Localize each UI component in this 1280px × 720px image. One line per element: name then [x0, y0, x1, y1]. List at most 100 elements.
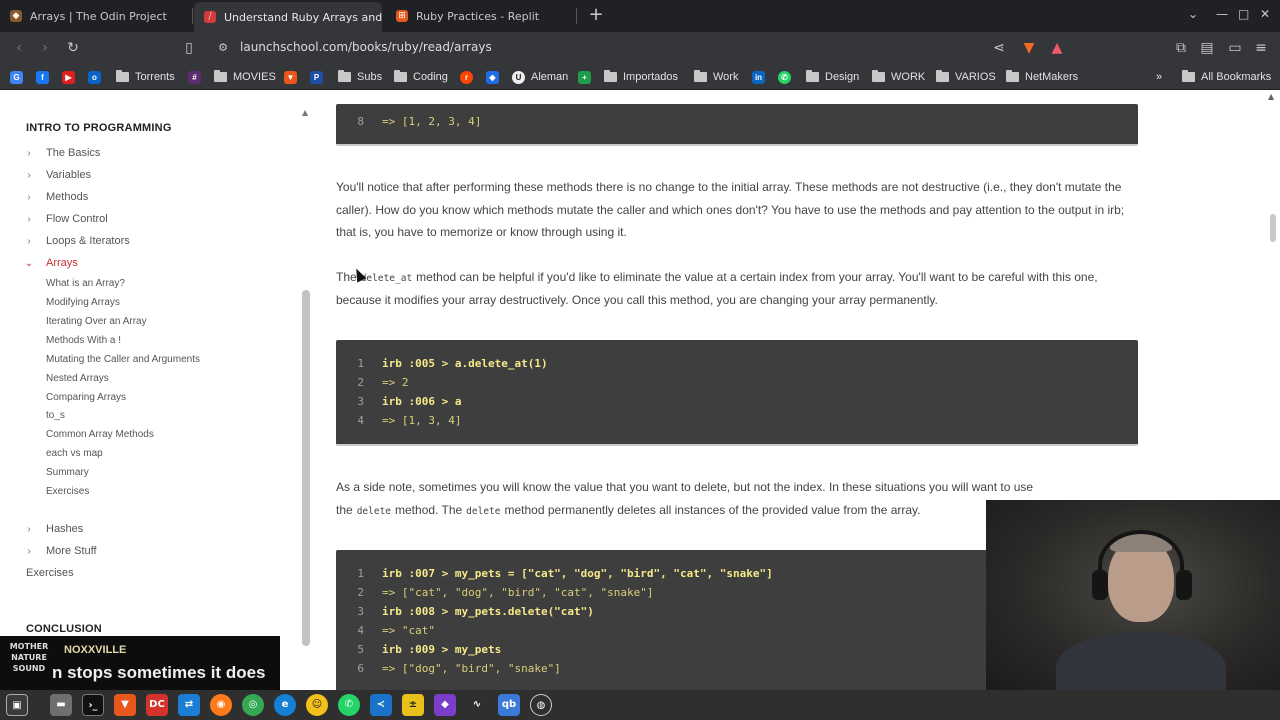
tab-replit[interactable]: ⊞ Ruby Practices - Replit: [386, 0, 576, 32]
system-monitor-icon[interactable]: ∿: [466, 694, 488, 716]
reload-icon[interactable]: ↻: [64, 39, 82, 57]
file-manager-icon[interactable]: ▬: [50, 694, 72, 716]
bookmark-google[interactable]: G: [10, 68, 23, 86]
bookmark-youtube[interactable]: ▶: [62, 68, 75, 86]
sidebar-item-the-basics[interactable]: › The Basics: [22, 147, 100, 159]
brave-rewards-icon[interactable]: ▲: [1048, 39, 1066, 57]
sidebar-subitem-summary[interactable]: Summary: [46, 467, 89, 478]
tab-odin-project[interactable]: ◆ Arrays | The Odin Project: [0, 0, 190, 32]
terminal-icon[interactable]: ›_: [82, 694, 104, 716]
folder-icon: [214, 70, 227, 82]
brave-icon: ▼: [284, 70, 297, 84]
tab-bar: ◆ Arrays | The Odin Project ⧸ Understand…: [0, 0, 1280, 32]
bookmark-dropbox[interactable]: ◆: [486, 68, 499, 86]
brave-browser-icon[interactable]: ▼: [114, 694, 136, 716]
bookmark-outlook[interactable]: o: [88, 68, 101, 86]
bookmark-reddit[interactable]: r: [460, 68, 473, 86]
sidebar-subitem-iterating[interactable]: Iterating Over an Array: [46, 316, 147, 327]
bookmark-paypal[interactable]: P: [310, 68, 323, 86]
sidebar-subitem-comparing-arrays[interactable]: Comparing Arrays: [46, 392, 126, 403]
bookmark-folder-varios[interactable]: VARIOS: [936, 68, 996, 86]
bookmark-facebook[interactable]: f: [36, 68, 49, 86]
bookmark-slack[interactable]: #: [188, 68, 201, 86]
bookmark-folder-work-upper[interactable]: WORK: [872, 68, 925, 86]
sidebar-subitem-each-vs-map[interactable]: each vs map: [46, 448, 103, 459]
chrome-icon[interactable]: ◎: [242, 694, 264, 716]
more-bookmarks-button[interactable]: »: [1156, 68, 1162, 86]
emoji-app-icon[interactable]: ☺: [306, 694, 328, 716]
tab-launch-school[interactable]: ⧸ Understand Ruby Arrays and ✕: [194, 2, 382, 32]
sidebar-item-exercises[interactable]: Exercises: [26, 567, 74, 579]
sidebar-subitem-common-methods[interactable]: Common Array Methods: [46, 429, 154, 440]
google-icon: G: [10, 70, 23, 84]
sidebar-subitem-exercises[interactable]: Exercises: [46, 486, 89, 497]
bookmark-whatsapp[interactable]: ✆: [778, 68, 791, 86]
bookmark-linkedin[interactable]: in: [752, 68, 765, 86]
back-icon[interactable]: ‹: [10, 39, 28, 57]
extensions-icon[interactable]: ⧉: [1172, 39, 1190, 57]
new-tab-button[interactable]: +: [584, 4, 608, 28]
brave-shields-icon[interactable]: ▼: [1020, 39, 1038, 57]
line-number: 5: [357, 643, 364, 656]
vscode-icon[interactable]: ≺: [370, 694, 392, 716]
minimize-icon[interactable]: —: [1216, 7, 1228, 21]
bookmark-folder-work[interactable]: Work: [694, 68, 738, 86]
address-bar[interactable]: ⚙ launchschool.com/books/ruby/read/array…: [206, 36, 1042, 60]
teamviewer-icon[interactable]: ⇄: [178, 694, 200, 716]
bookmark-folder-movies[interactable]: MOVIES: [214, 68, 276, 86]
sidebar-item-more-stuff[interactable]: › More Stuff: [22, 545, 96, 557]
bookmark-folder-design[interactable]: Design: [806, 68, 859, 86]
forward-icon[interactable]: ›: [36, 39, 54, 57]
folder-icon: [936, 70, 949, 82]
bookmark-folder-subs[interactable]: Subs: [338, 68, 382, 86]
bookmark-folder-torrents[interactable]: Torrents: [116, 68, 175, 86]
bookmark-page-icon[interactable]: ▯: [180, 39, 198, 57]
sidebar-item-methods[interactable]: › Methods: [22, 191, 88, 203]
close-window-icon[interactable]: ✕: [1260, 7, 1270, 21]
bookmarks-bar: G f ▶ o Torrents # MOVIES ▼ P Subs Codin…: [0, 64, 1280, 90]
sidebar-subitem-to-s[interactable]: to_s: [46, 410, 65, 421]
page-scroll-up-icon[interactable]: ▲: [1268, 92, 1274, 101]
code-text: irb :008 > my_pets.delete("cat"): [382, 605, 594, 618]
sidebar-subitem-modifying-arrays[interactable]: Modifying Arrays: [46, 297, 120, 308]
sidebar-subitem-what-is-an-array[interactable]: What is an Array?: [46, 278, 125, 289]
scroll-up-icon[interactable]: ▲: [302, 108, 308, 117]
bookmark-brave[interactable]: ▼: [284, 68, 297, 86]
sidebar-subitem-mutating-caller[interactable]: Mutating the Caller and Arguments: [46, 354, 200, 365]
start-menu-icon[interactable]: ▣: [6, 694, 28, 716]
code-text: => [1, 3, 4]: [382, 414, 462, 427]
sidebar-item-flow-control[interactable]: › Flow Control: [22, 213, 107, 225]
bookmark-folder-coding[interactable]: Coding: [394, 68, 448, 86]
all-bookmarks-button[interactable]: All Bookmarks: [1182, 68, 1271, 86]
edge-icon[interactable]: e: [274, 694, 296, 716]
bookmark-aleman[interactable]: U Aleman: [512, 68, 568, 86]
site-info-icon[interactable]: ⚙: [214, 39, 232, 57]
menu-icon[interactable]: ≡: [1252, 39, 1270, 57]
page-scrollbar[interactable]: [1270, 214, 1276, 242]
sidebar-toggle-icon[interactable]: ▤: [1198, 39, 1216, 57]
tab-search-chevron-icon[interactable]: ⌄: [1188, 7, 1198, 21]
obs-icon[interactable]: ◍: [530, 694, 552, 716]
sidebar-item-variables[interactable]: › Variables: [22, 169, 91, 181]
calculator-icon[interactable]: ±: [402, 694, 424, 716]
bookmark-sheets[interactable]: +: [578, 68, 591, 86]
maximize-icon[interactable]: □: [1238, 7, 1249, 21]
os-taskbar: ▣ ▬ ›_ ▼ DC ⇄ ◉ ◎ e ☺ ✆ ≺ ± ◆ ∿ qb ◍: [0, 690, 1280, 720]
share-icon[interactable]: ⋖: [990, 39, 1008, 57]
whatsapp-app-icon[interactable]: ✆: [338, 694, 360, 716]
bookmark-folder-importados[interactable]: Importados: [604, 68, 678, 86]
wallet-icon[interactable]: ▭: [1226, 39, 1244, 57]
qbittorrent-icon[interactable]: qb: [498, 694, 520, 716]
sidebar-subitem-nested-arrays[interactable]: Nested Arrays: [46, 373, 109, 384]
line-number: 2: [357, 586, 364, 599]
doublecmd-icon[interactable]: DC: [146, 694, 168, 716]
sidebar-item-loops-iterators[interactable]: › Loops & Iterators: [22, 235, 129, 247]
obsidian-icon[interactable]: ◆: [434, 694, 456, 716]
tab-separator: [192, 8, 193, 24]
sidebar-scrollbar[interactable]: [302, 290, 310, 646]
firefox-icon[interactable]: ◉: [210, 694, 232, 716]
sidebar-item-arrays[interactable]: ⌄ Arrays: [22, 257, 78, 269]
sidebar-item-hashes[interactable]: › Hashes: [22, 523, 83, 535]
sidebar-subitem-methods-with-bang[interactable]: Methods With a !: [46, 335, 121, 346]
bookmark-folder-netmakers[interactable]: NetMakers: [1006, 68, 1078, 86]
